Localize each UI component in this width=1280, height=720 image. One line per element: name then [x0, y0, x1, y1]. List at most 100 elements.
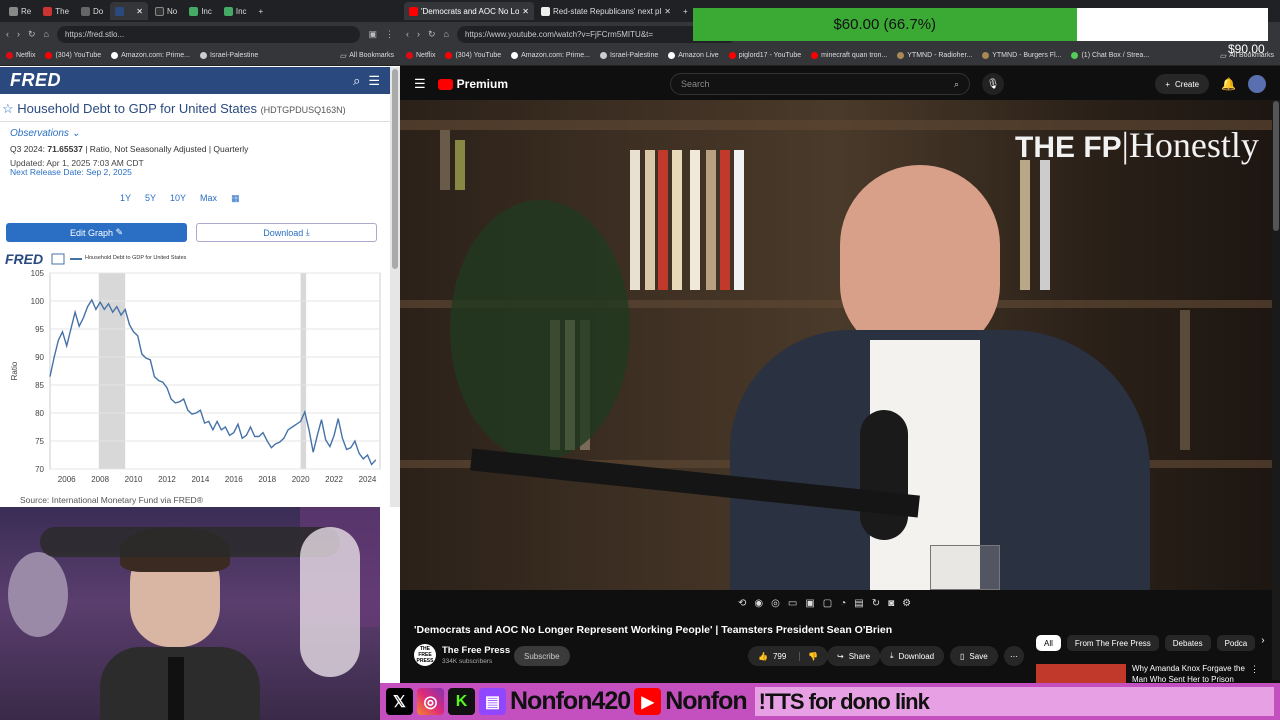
rotate-icon[interactable]: ↻ [872, 598, 880, 609]
chip-from-the-free-press[interactable]: From The Free Press [1066, 635, 1159, 651]
audio-icon[interactable]: ◉ [754, 598, 763, 609]
new-tab-button[interactable]: + [254, 2, 269, 20]
forward-icon[interactable]: › [17, 29, 20, 39]
back-icon[interactable]: ‹ [6, 29, 9, 39]
recommended-video-title[interactable]: Why Amanda Knox Forgave the Man Who Sent… [1132, 663, 1262, 685]
bookmark-amazon[interactable]: Amazon.com: Prime... [511, 52, 590, 59]
tab-fred-active[interactable]: ✕ [110, 2, 148, 20]
bookmark-youtube[interactable]: (304) YouTube [445, 52, 501, 59]
chevron-right-icon[interactable]: › [1261, 635, 1264, 651]
notifications-bell-icon[interactable]: 🔔 [1221, 77, 1236, 91]
bookmark-chat-box[interactable]: (1) Chat Box / Strea... [1071, 52, 1149, 59]
observations-dropdown[interactable]: Observations ⌄ [10, 128, 80, 139]
hamburger-menu-icon[interactable]: ☰ [414, 76, 426, 92]
hamburger-menu-icon[interactable]: ☰ [368, 73, 380, 89]
close-tab-icon[interactable]: ✕ [522, 7, 529, 16]
chip-debates[interactable]: Debates [1164, 635, 1211, 651]
fred-logo[interactable]: FRED [10, 70, 61, 91]
range-1y-button[interactable]: 1Y [120, 193, 131, 204]
tab-5[interactable]: No [150, 2, 182, 20]
microphone-icon[interactable]: 🎙 [982, 73, 1005, 95]
avatar[interactable] [1248, 75, 1266, 93]
share-button[interactable]: ↪ Share [827, 646, 881, 666]
series-id: (HDTGPDUSQ163N) [260, 105, 346, 115]
theater-icon[interactable]: ▭ [788, 598, 797, 609]
bookmark-minecraft[interactable]: minecraft quan tron... [811, 52, 887, 59]
video-player[interactable]: THE FP|Honestly [400, 100, 1272, 590]
new-tab-button[interactable]: + [678, 2, 693, 20]
right-scrollbar[interactable] [1272, 100, 1280, 680]
home-icon[interactable]: ⌂ [444, 29, 449, 39]
bookmark-amazon[interactable]: Amazon.com: Prime... [111, 52, 190, 59]
chip-podcasts[interactable]: Podca [1216, 635, 1256, 651]
bookmark-israel-palestine[interactable]: Israel-Palestine [199, 52, 258, 59]
create-button[interactable]: + Create [1155, 74, 1210, 94]
reload-icon[interactable]: ↻ [28, 29, 36, 40]
loop-icon[interactable]: ⟲ [738, 598, 746, 609]
next-release-link[interactable]: Next Release Date: Sep 2, 2025 [10, 167, 132, 177]
tab-youtube-active[interactable]: 'Democrats and AOC No Lo ✕ [404, 2, 534, 20]
all-bookmarks-button[interactable]: ▭ All Bookmarks [340, 52, 394, 60]
edit-graph-button[interactable]: Edit Graph ✎ [6, 223, 187, 242]
search-icon[interactable]: ⌕ [353, 73, 360, 89]
save-button[interactable]: ▯ Save [950, 646, 998, 666]
subscribe-button[interactable]: Subscribe [514, 646, 570, 666]
donation-goal-bar: $60.00 (66.7%) [693, 8, 1268, 41]
bookmark-youtube[interactable]: (304) YouTube [45, 52, 101, 59]
chip-all[interactable]: All [1036, 635, 1061, 651]
tab-3[interactable]: Do [76, 2, 108, 20]
reload-icon[interactable]: ↻ [428, 29, 436, 40]
range-5y-button[interactable]: 5Y [145, 193, 156, 204]
bookmark-piglord[interactable]: piglord17 - YouTube [728, 52, 801, 59]
pip-icon[interactable]: ▣ [805, 598, 814, 609]
speed-icon[interactable]: ◔ [840, 598, 846, 609]
download-button[interactable]: Download ⤓ [196, 223, 377, 242]
like-icon[interactable]: 👍 [758, 652, 768, 661]
screenshot-icon[interactable]: ◙ [888, 598, 894, 609]
back-icon[interactable]: ‹ [406, 29, 409, 39]
tab-6[interactable]: Inc [184, 2, 217, 20]
filter-icon[interactable]: ▤ [854, 598, 863, 609]
plush-toy [300, 527, 360, 677]
channel-avatar[interactable]: THE FREE PRESS [414, 644, 436, 666]
youtube-premium-logo[interactable]: Premium [437, 77, 508, 91]
range-10y-button[interactable]: 10Y [170, 193, 186, 204]
calendar-icon[interactable]: ▦ [231, 193, 240, 204]
left-scrollbar[interactable] [390, 67, 400, 507]
water-glass [930, 545, 1000, 590]
window-icon[interactable]: ▢ [823, 598, 832, 609]
dislike-icon[interactable]: 👎 [799, 651, 818, 661]
eye-icon[interactable]: ◎ [771, 598, 780, 609]
settings-gear-icon[interactable]: ⚙ [902, 598, 911, 609]
recommended-thumbnail[interactable] [1036, 664, 1126, 684]
bookmark-ytmnd-radiohead[interactable]: YTMND - Radioher... [897, 52, 972, 59]
like-dislike-group: 👍 799 👎 [748, 646, 829, 666]
search-icon[interactable]: ⌕ [954, 79, 969, 90]
bookmark-netflix[interactable]: Netflix [6, 52, 35, 59]
bookmark-netflix[interactable]: Netflix [406, 52, 435, 59]
download-button[interactable]: ⤓ Download [880, 646, 945, 666]
range-max-button[interactable]: Max [200, 193, 217, 204]
handle-nonfon420: Nonfon420 [510, 687, 631, 715]
favorite-star-icon[interactable]: ☆ [2, 101, 14, 116]
close-tab-icon[interactable]: ✕ [664, 7, 671, 16]
x-favicon-icon [154, 6, 164, 16]
close-tab-icon[interactable]: ✕ [136, 7, 143, 16]
fred-chart[interactable]: FRED Household Debt to GDP for United St… [0, 248, 390, 510]
tab-news[interactable]: Red-state Republicans' next pl ✕ [536, 2, 676, 20]
channel-name[interactable]: The Free Press [442, 645, 510, 656]
menu-dots-icon[interactable]: ⋮ [385, 29, 394, 40]
forward-icon[interactable]: › [417, 29, 420, 39]
home-icon[interactable]: ⌂ [44, 29, 49, 39]
more-actions-button[interactable]: ⋯ [1004, 646, 1024, 666]
rec-menu-icon[interactable]: ⋮ [1250, 664, 1259, 675]
tab-7[interactable]: Inc [219, 2, 252, 20]
left-url-field[interactable]: https://fred.stlo... [56, 25, 361, 43]
bookmark-ytmnd-burgers[interactable]: YTMND - Burgers Fl... [982, 52, 1061, 59]
bookmark-amazon-live[interactable]: Amazon Live [668, 52, 719, 59]
bookmark-israel-palestine[interactable]: Israel-Palestine [599, 52, 658, 59]
tab-2[interactable]: The [38, 2, 74, 20]
extension-icon[interactable]: ▣ [368, 29, 377, 40]
search-input[interactable]: Search ⌕ [670, 73, 971, 95]
tab-1[interactable]: Re [4, 2, 36, 20]
